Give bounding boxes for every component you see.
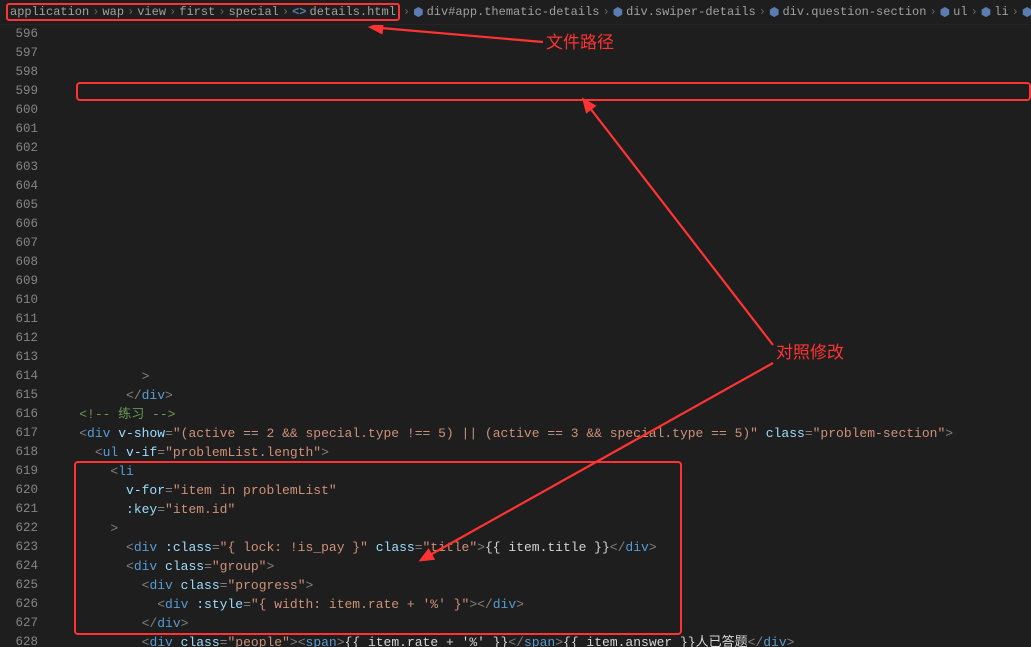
code-line[interactable]: <!-- 练习 --> <box>48 405 1031 424</box>
crumb-wap[interactable]: wap <box>102 5 124 19</box>
line-number: 624 <box>0 557 38 576</box>
line-number: 619 <box>0 462 38 481</box>
line-number: 596 <box>0 25 38 44</box>
line-number: 621 <box>0 500 38 519</box>
line-number: 614 <box>0 367 38 386</box>
line-number: 610 <box>0 291 38 310</box>
line-number: 622 <box>0 519 38 538</box>
symbol-icon: ⬢ <box>981 5 991 20</box>
chevron-right-icon: › <box>127 5 134 19</box>
code-line[interactable]: > <box>48 367 1031 386</box>
breadcrumb-highlighted-path: application › wap › view › first › speci… <box>6 3 400 21</box>
line-number: 611 <box>0 310 38 329</box>
chevron-right-icon: › <box>218 5 225 19</box>
crumb-struct-4[interactable]: li <box>994 5 1008 19</box>
code-line[interactable]: <div v-show="(active == 2 && special.typ… <box>48 424 1031 443</box>
code-line[interactable]: :key="item.id" <box>48 500 1031 519</box>
line-number: 625 <box>0 576 38 595</box>
chevron-right-icon: › <box>169 5 176 19</box>
code-content[interactable]: 文件路径 对照修改 > </div> <!-- 练习 --> <div v-sh… <box>48 25 1031 647</box>
line-number: 612 <box>0 329 38 348</box>
arrow-to-line599 <box>578 100 788 360</box>
symbol-icon: ⬢ <box>769 5 779 20</box>
code-line[interactable]: > <box>48 519 1031 538</box>
crumb-application[interactable]: application <box>10 5 89 19</box>
line-number: 603 <box>0 158 38 177</box>
line-number: 606 <box>0 215 38 234</box>
code-line[interactable]: v-for="item in problemList" <box>48 481 1031 500</box>
line-number: 618 <box>0 443 38 462</box>
symbol-icon: ⬢ <box>940 5 950 20</box>
code-line[interactable]: <ul v-if="problemList.length"> <box>48 443 1031 462</box>
crumb-special[interactable]: special <box>228 5 278 19</box>
line-number: 600 <box>0 101 38 120</box>
line-number: 601 <box>0 120 38 139</box>
code-line[interactable]: <div class="people"><span>{{ item.rate +… <box>48 633 1031 647</box>
breadcrumb-bar: application › wap › view › first › speci… <box>0 0 1031 25</box>
chevron-right-icon: › <box>92 5 99 19</box>
chevron-right-icon: › <box>1012 5 1019 19</box>
chevron-right-icon: › <box>759 5 766 19</box>
line-number: 609 <box>0 272 38 291</box>
crumb-struct-2[interactable]: div.question-section <box>782 5 926 19</box>
symbol-icon: ⬢ <box>613 5 623 20</box>
line-number: 608 <box>0 253 38 272</box>
editor-area: 5965975985996006016026036046056066076086… <box>0 25 1031 647</box>
line-number: 599 <box>0 82 38 101</box>
annotation-file-path: 文件路径 <box>546 33 614 52</box>
code-line[interactable]: <div :class="{ lock: !is_pay }" class="t… <box>48 538 1031 557</box>
line-number: 597 <box>0 44 38 63</box>
line-number: 628 <box>0 633 38 647</box>
code-line[interactable]: <div class="group"> <box>48 557 1031 576</box>
code-line[interactable]: </div> <box>48 386 1031 405</box>
chevron-right-icon: › <box>929 5 936 19</box>
chevron-right-icon: › <box>403 5 410 19</box>
code-line[interactable]: </div> <box>48 614 1031 633</box>
arrow-file-path <box>373 25 548 50</box>
line-number: 615 <box>0 386 38 405</box>
line-number: 602 <box>0 139 38 158</box>
line-number: 604 <box>0 177 38 196</box>
code-line[interactable]: <li <box>48 462 1031 481</box>
symbol-icon: ⬢ <box>413 5 423 20</box>
crumb-first[interactable]: first <box>179 5 215 19</box>
line-number: 607 <box>0 234 38 253</box>
line-number: 616 <box>0 405 38 424</box>
symbol-icon: ⬢ <box>1022 5 1031 20</box>
crumb-struct-3[interactable]: ul <box>953 5 967 19</box>
annotation-compare-edit: 对照修改 <box>776 343 844 362</box>
line-number-gutter: 5965975985996006016026036046056066076086… <box>0 25 48 647</box>
line-number: 626 <box>0 595 38 614</box>
chevron-right-icon: › <box>282 5 289 19</box>
line-number: 613 <box>0 348 38 367</box>
line-number: 617 <box>0 424 38 443</box>
highlight-box-line-599 <box>76 82 1031 101</box>
html-file-icon: <> <box>292 5 306 19</box>
crumb-file[interactable]: details.html <box>310 5 396 19</box>
crumb-struct-1[interactable]: div.swiper-details <box>626 5 756 19</box>
line-number: 620 <box>0 481 38 500</box>
chevron-right-icon: › <box>971 5 978 19</box>
crumb-struct-0[interactable]: div#app.thematic-details <box>427 5 600 19</box>
code-line[interactable]: <div class="progress"> <box>48 576 1031 595</box>
crumb-view[interactable]: view <box>137 5 166 19</box>
line-number: 627 <box>0 614 38 633</box>
chevron-right-icon: › <box>602 5 609 19</box>
line-number: 598 <box>0 63 38 82</box>
line-number: 623 <box>0 538 38 557</box>
line-number: 605 <box>0 196 38 215</box>
code-line[interactable]: <div :style="{ width: item.rate + '%' }"… <box>48 595 1031 614</box>
